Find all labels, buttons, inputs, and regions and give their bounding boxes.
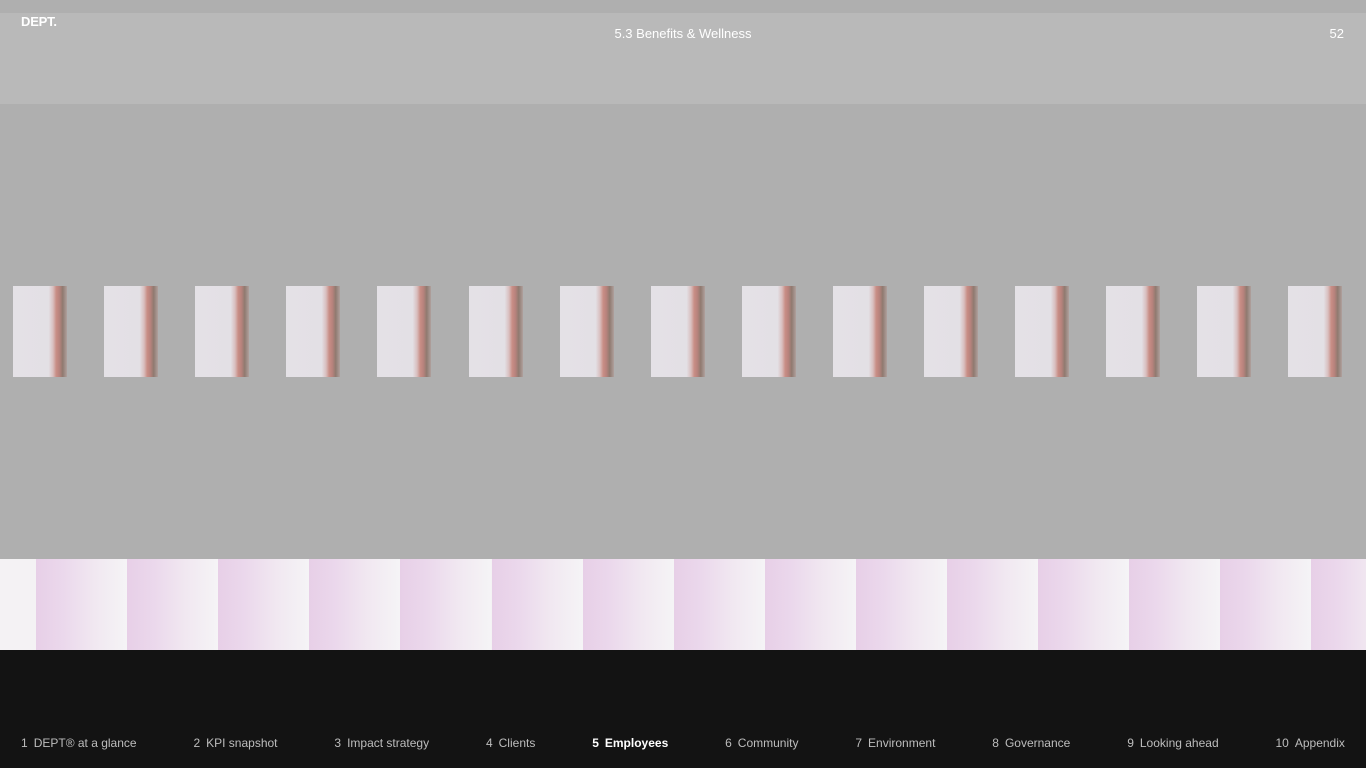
page-header: DEPT. 5.3 Benefits & Wellness 52 <box>0 13 1366 104</box>
band-cell <box>673 559 765 650</box>
image-tile <box>924 286 978 377</box>
nav-item-number: 6 <box>725 736 732 750</box>
image-tile <box>195 286 250 377</box>
band-cell <box>1038 559 1130 650</box>
image-tile <box>468 286 523 377</box>
nav-item-label: Employees <box>604 736 669 750</box>
nav-item-number: 9 <box>1127 736 1134 750</box>
band-cell <box>947 559 1038 650</box>
nav-item-number: 4 <box>485 736 493 750</box>
band-cell <box>491 559 583 650</box>
band-cell <box>855 559 947 650</box>
image-stage <box>0 104 1366 559</box>
nav-item-label: DEPT® at a glance <box>33 736 137 750</box>
nav-item-number: 5 <box>592 736 599 750</box>
image-tile <box>104 286 159 377</box>
nav-item-appendix[interactable]: 10 Appendix <box>1275 736 1344 750</box>
nav-item-impact-strategy[interactable]: 3 Impact strategy <box>334 736 429 750</box>
nav-item-employees[interactable]: 5 Employees <box>592 736 668 750</box>
nav-item-number: 10 <box>1275 736 1289 750</box>
image-tile <box>741 286 796 377</box>
nav-item-number: 1 <box>21 736 28 750</box>
nav-item-community[interactable]: 6 Community <box>725 736 798 750</box>
image-tile <box>1288 286 1343 377</box>
top-strip <box>0 0 1366 13</box>
nav-item-label: Community <box>737 736 799 750</box>
image-tile <box>13 286 67 377</box>
band-cell <box>582 559 674 650</box>
band-cell <box>1311 559 1366 650</box>
nav-item-label: Environment <box>868 736 936 750</box>
image-tile <box>1106 286 1161 377</box>
nav-item-number: 2 <box>193 736 201 750</box>
gradient-band <box>0 559 1366 650</box>
nav-item-environment[interactable]: 7 Environment <box>855 736 935 750</box>
image-tile <box>286 286 341 377</box>
band-cell <box>1220 559 1312 650</box>
page-number: 52 <box>1329 26 1344 41</box>
nav-item-label: Clients <box>498 736 536 750</box>
nav-item-kpi-snapshot[interactable]: 2 KPI snapshot <box>193 736 277 750</box>
nav-item-label: Looking ahead <box>1139 736 1219 750</box>
nav-item-number: 8 <box>992 736 999 750</box>
band-cell <box>764 559 856 650</box>
image-tile <box>832 286 887 377</box>
nav-item-dept-at-a-glance[interactable]: 1 DEPT® at a glance <box>21 736 137 750</box>
image-tile <box>559 286 614 377</box>
image-tile <box>1015 286 1070 377</box>
image-tile <box>377 286 432 377</box>
band-cell <box>1129 559 1221 650</box>
nav-item-label: Appendix <box>1294 736 1345 750</box>
nav-item-number: 7 <box>855 736 863 750</box>
nav-item-number: 3 <box>334 736 342 750</box>
nav-item-looking-ahead[interactable]: 9 Looking ahead <box>1127 736 1218 750</box>
band-cell <box>400 559 492 650</box>
image-tile <box>1197 286 1252 377</box>
section-title: 5.3 Benefits & Wellness <box>614 26 752 41</box>
chapter-footer: 1 DEPT® at a glance 2 KPI snapshot 3 Impact… <box>0 650 1366 768</box>
band-cell <box>218 559 310 650</box>
chapter-nav: 1 DEPT® at a glance 2 KPI snapshot 3 Impact… <box>21 735 1345 751</box>
band-cell <box>309 559 401 650</box>
image-tile <box>650 286 705 377</box>
nav-item-clients[interactable]: 4 Clients <box>486 736 535 750</box>
nav-item-governance[interactable]: 8 Governance <box>992 736 1070 750</box>
nav-item-label: KPI snapshot <box>206 736 278 750</box>
band-cell <box>127 559 219 650</box>
nav-item-label: Impact strategy <box>347 736 430 750</box>
nav-item-label: Governance <box>1004 736 1071 750</box>
band-cell <box>36 559 127 650</box>
